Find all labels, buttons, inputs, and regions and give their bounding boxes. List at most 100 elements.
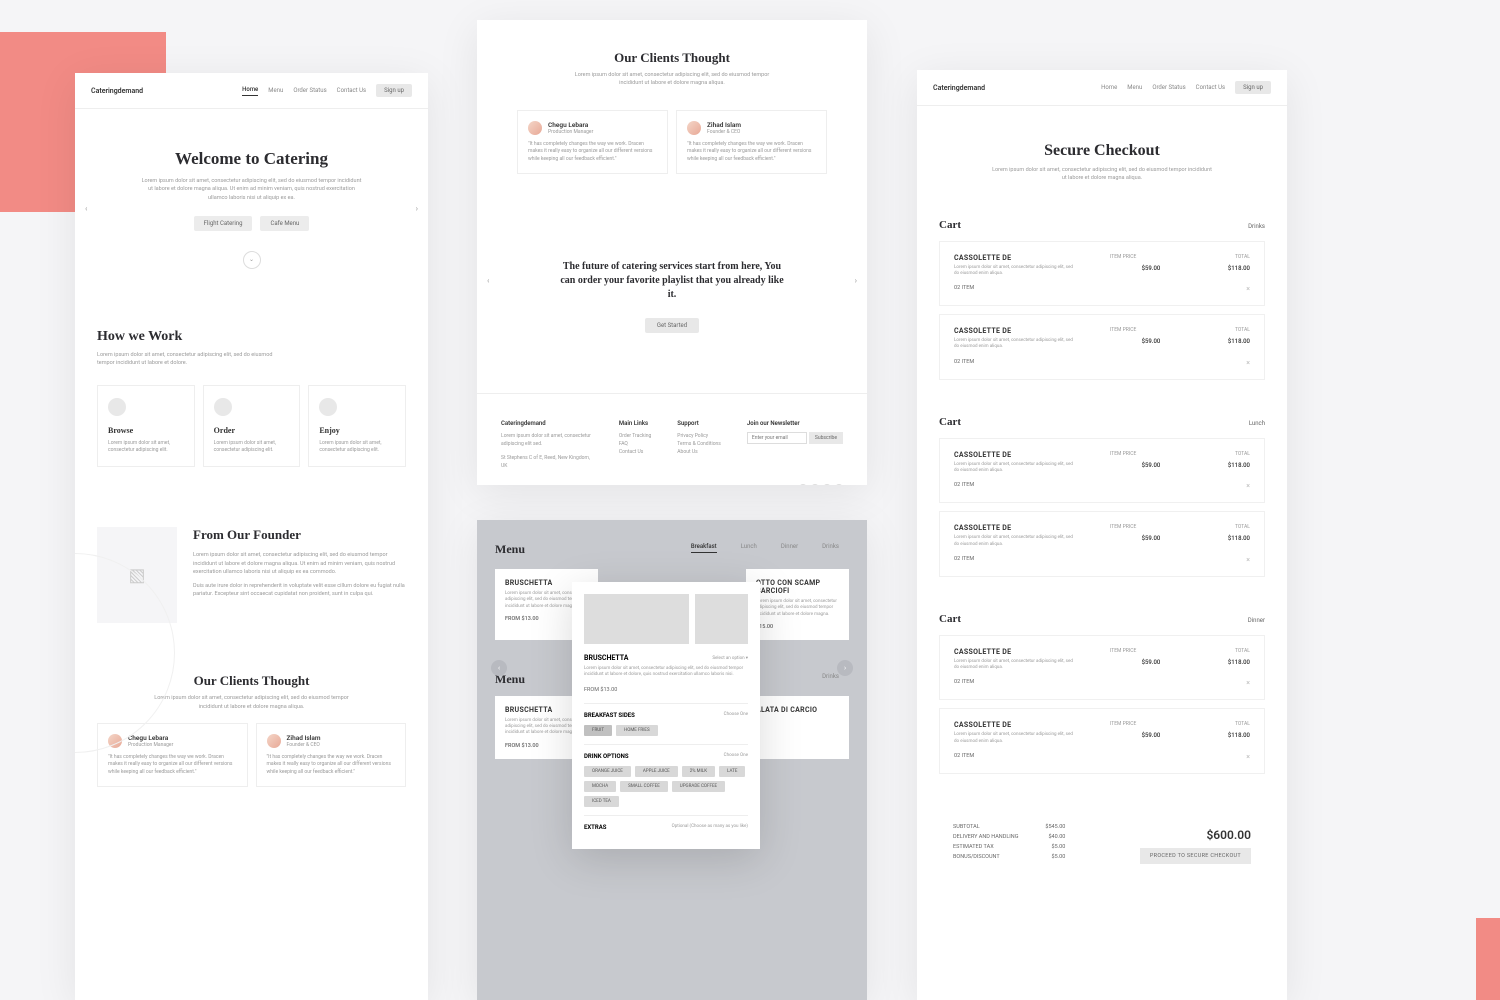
menu-tab[interactable]: Dinner (781, 543, 798, 553)
nav-home[interactable]: Home (1101, 84, 1117, 91)
menu-tab[interactable]: Drinks (822, 543, 839, 553)
option-chip[interactable]: ORANGE JUICE (584, 766, 631, 777)
modal-image-2 (695, 594, 748, 644)
modal-name: BRUSCHETTA (584, 654, 628, 662)
linkedin-icon[interactable] (835, 484, 843, 485)
nav-menu[interactable]: Menu (268, 87, 283, 94)
proceed-checkout-button[interactable]: PROCEED TO SECURE CHECKOUT (1140, 848, 1251, 864)
checkout-sub: Lorem ipsum dolor sit amet, consectetur … (992, 166, 1212, 183)
remove-item-icon[interactable]: × (1246, 556, 1250, 564)
clients-sub-2: Lorem ipsum dolor sit amet, consectetur … (572, 71, 772, 88)
founder-p1: Lorem ipsum dolor sit amet, consectetur … (193, 551, 406, 576)
modal-image-1 (584, 594, 689, 644)
option-chip[interactable]: 2% MILK (682, 766, 715, 777)
menu-tab[interactable]: Lunch (741, 543, 757, 553)
extras-note: Optional (Choose as many as you like) (672, 824, 748, 831)
artboard-testimonials: Our Clients Thought Lorem ipsum dolor si… (477, 20, 867, 485)
price-label: ITEM PRICE (1110, 721, 1136, 729)
logo[interactable]: Cateringdemand (933, 84, 985, 92)
newsletter-h: Join our Newsletter (747, 420, 843, 427)
option-chip[interactable]: UPGRADE COFFEE (672, 781, 725, 792)
remove-item-icon[interactable]: × (1246, 285, 1250, 293)
get-started-button[interactable]: Get Started (645, 318, 699, 333)
menu-tab[interactable]: Breakfast (691, 543, 717, 553)
artboard-checkout: Cateringdemand Home Menu Order Status Co… (917, 70, 1287, 1000)
tab-drinks[interactable]: Drinks (822, 673, 839, 680)
item-price: $59.00 (1142, 338, 1161, 345)
remove-item-icon[interactable]: × (1246, 679, 1250, 687)
item-price: $59.00 (1142, 462, 1161, 469)
nav-contact[interactable]: Contact Us (1196, 84, 1225, 91)
item-total: $118.00 (1228, 462, 1250, 469)
cart-item: CASSOLETTE DEITEM PRICETOTAL Lorem ipsum… (939, 438, 1265, 504)
cta-text: The future of catering services start fr… (557, 260, 787, 302)
nav-order[interactable]: Order Status (293, 87, 326, 94)
item-qty: 02 ITEM (954, 556, 974, 564)
card-title: Order (214, 426, 290, 435)
option-chip[interactable]: SMALL COFFEE (620, 781, 668, 792)
menu-item-modal: BRUSCHETTASelect an option ▾ Lorem ipsum… (572, 582, 760, 849)
client-quote: "It has completely changes the way we wo… (528, 141, 657, 164)
chevron-left-icon[interactable]: ‹ (491, 660, 507, 676)
footer-link[interactable]: Privacy Policy (677, 432, 721, 440)
price-label: ITEM PRICE (1110, 254, 1136, 262)
cart-category: Dinner (1248, 617, 1265, 624)
menu-item[interactable]: ALATA DI CARCIO (746, 696, 849, 759)
how-we-work: How we Work Lorem ipsum dolor sit amet, … (75, 299, 428, 498)
cart-heading: Cart (939, 416, 961, 428)
item-name: CASSOLETTE DE (954, 254, 1011, 262)
grand-total: $600.00 (1140, 828, 1251, 842)
flight-catering-button[interactable]: Flight Catering (194, 216, 253, 231)
footer-link[interactable]: Order Tracking (619, 432, 651, 440)
how-subtitle: Lorem ipsum dolor sit amet, consectetur … (97, 351, 277, 368)
option-chip[interactable]: MOCHA (584, 781, 616, 792)
chevron-left-icon[interactable]: ‹ (487, 276, 489, 285)
cart-section: CartDinner CASSOLETTE DEITEM PRICETOTAL … (917, 599, 1287, 796)
chevron-right-icon[interactable]: › (837, 660, 853, 676)
option-chip[interactable]: HOME FRIES (616, 725, 658, 736)
cart-item: CASSOLETTE DEITEM PRICETOTAL Lorem ipsum… (939, 635, 1265, 701)
option-chip[interactable]: LATE (719, 766, 745, 777)
nav-home[interactable]: Home (242, 86, 258, 96)
menu-item[interactable]: OTTO CON SCAMP CARCIOFI Lorem ipsum dolo… (746, 569, 849, 640)
footer-link[interactable]: Terms & Conditions (677, 440, 721, 448)
menu-item-price: $15.00 (756, 624, 839, 630)
footer-link[interactable]: FAQ (619, 440, 651, 448)
option-chip[interactable]: ICED TEA (584, 796, 619, 807)
instagram-icon[interactable] (823, 484, 831, 485)
client-name: Zihad Islam (707, 121, 741, 129)
footer-link[interactable]: Contact Us (619, 448, 651, 456)
chevron-left-icon[interactable]: ‹ (85, 204, 87, 213)
menu-item-name: OTTO CON SCAMP CARCIOFI (756, 579, 839, 595)
signup-button[interactable]: Sign up (376, 84, 412, 97)
nav-contact[interactable]: Contact Us (337, 87, 366, 94)
card-desc: Lorem ipsum dolor sit amet, consectetur … (108, 440, 184, 454)
subscribe-button[interactable]: Subscribe (809, 432, 843, 444)
newsletter-input[interactable] (747, 432, 807, 444)
remove-item-icon[interactable]: × (1246, 359, 1250, 367)
option-chip[interactable]: APPLE JUICE (635, 766, 678, 777)
remove-item-icon[interactable]: × (1246, 753, 1250, 761)
facebook-icon[interactable] (799, 484, 807, 485)
cafe-menu-button[interactable]: Cafe Menu (260, 216, 309, 231)
chevron-right-icon[interactable]: › (855, 276, 857, 285)
client-role: Production Manager (128, 742, 173, 748)
chevron-right-icon[interactable]: › (416, 204, 418, 213)
signup-button[interactable]: Sign up (1235, 81, 1271, 94)
option-chip[interactable]: FRUIT (584, 725, 612, 736)
choose-label: Choose One (724, 712, 748, 719)
cart-category: Lunch (1249, 420, 1265, 427)
summary-value: $5.00 (1052, 854, 1066, 860)
footer-link[interactable]: About Us (677, 448, 721, 456)
scroll-down-icon[interactable]: ⌄ (243, 251, 261, 269)
logo[interactable]: Cateringdemand (91, 87, 143, 95)
remove-item-icon[interactable]: × (1246, 482, 1250, 490)
nav-menu[interactable]: Menu (1127, 84, 1142, 91)
client-role: Founder & CEO (287, 742, 321, 748)
twitter-icon[interactable] (811, 484, 819, 485)
select-option-dropdown[interactable]: Select an option ▾ (712, 656, 748, 661)
nav-order[interactable]: Order Status (1152, 84, 1185, 91)
price-label: ITEM PRICE (1110, 451, 1136, 459)
modal-price: FROM $13.00 (584, 687, 748, 693)
how-card: BrowseLorem ipsum dolor sit amet, consec… (97, 385, 195, 467)
